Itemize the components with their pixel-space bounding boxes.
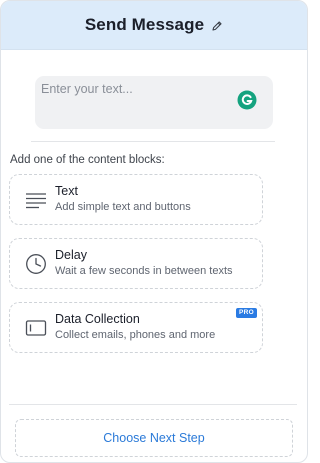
- delay-block-option[interactable]: Delay Wait a few seconds in between text…: [9, 238, 263, 289]
- section-divider: [31, 141, 275, 142]
- panel-header: Send Message: [1, 1, 307, 50]
- block-title: Text: [55, 184, 78, 198]
- panel-body: Add one of the content blocks: Text Add …: [1, 50, 307, 353]
- block-title: Data Collection: [55, 312, 140, 326]
- pencil-icon[interactable]: [211, 19, 223, 31]
- grammarly-icon[interactable]: [237, 90, 257, 110]
- text-block-option[interactable]: Text Add simple text and buttons: [9, 174, 263, 225]
- choose-next-step-button[interactable]: Choose Next Step: [15, 419, 293, 457]
- content-blocks-label: Add one of the content blocks:: [10, 154, 165, 166]
- pro-badge: PRO: [236, 308, 257, 318]
- block-description: Collect emails, phones and more: [55, 329, 216, 341]
- send-message-panel: Send Message Add one of the content bloc…: [0, 0, 308, 463]
- footer-divider: [9, 404, 297, 405]
- text-block-text: Text Add simple text and buttons: [55, 184, 191, 215]
- data-collection-block-option[interactable]: PRO Data Collection Collect emails, phon…: [9, 302, 263, 353]
- panel-title: Send Message: [84, 15, 205, 34]
- input-field-icon: [25, 317, 47, 339]
- message-input-box: [35, 76, 273, 129]
- block-description: Wait a few seconds in between texts: [55, 265, 233, 277]
- text-lines-icon: [25, 189, 47, 211]
- message-text-input[interactable]: [41, 82, 267, 129]
- delay-block-text: Delay Wait a few seconds in between text…: [55, 248, 233, 279]
- data-collection-block-text: Data Collection Collect emails, phones a…: [55, 312, 215, 343]
- clock-icon: [25, 253, 47, 275]
- block-description: Add simple text and buttons: [55, 201, 191, 213]
- block-title: Delay: [55, 248, 87, 262]
- content-blocks-list: Text Add simple text and buttons Delay W…: [9, 174, 289, 353]
